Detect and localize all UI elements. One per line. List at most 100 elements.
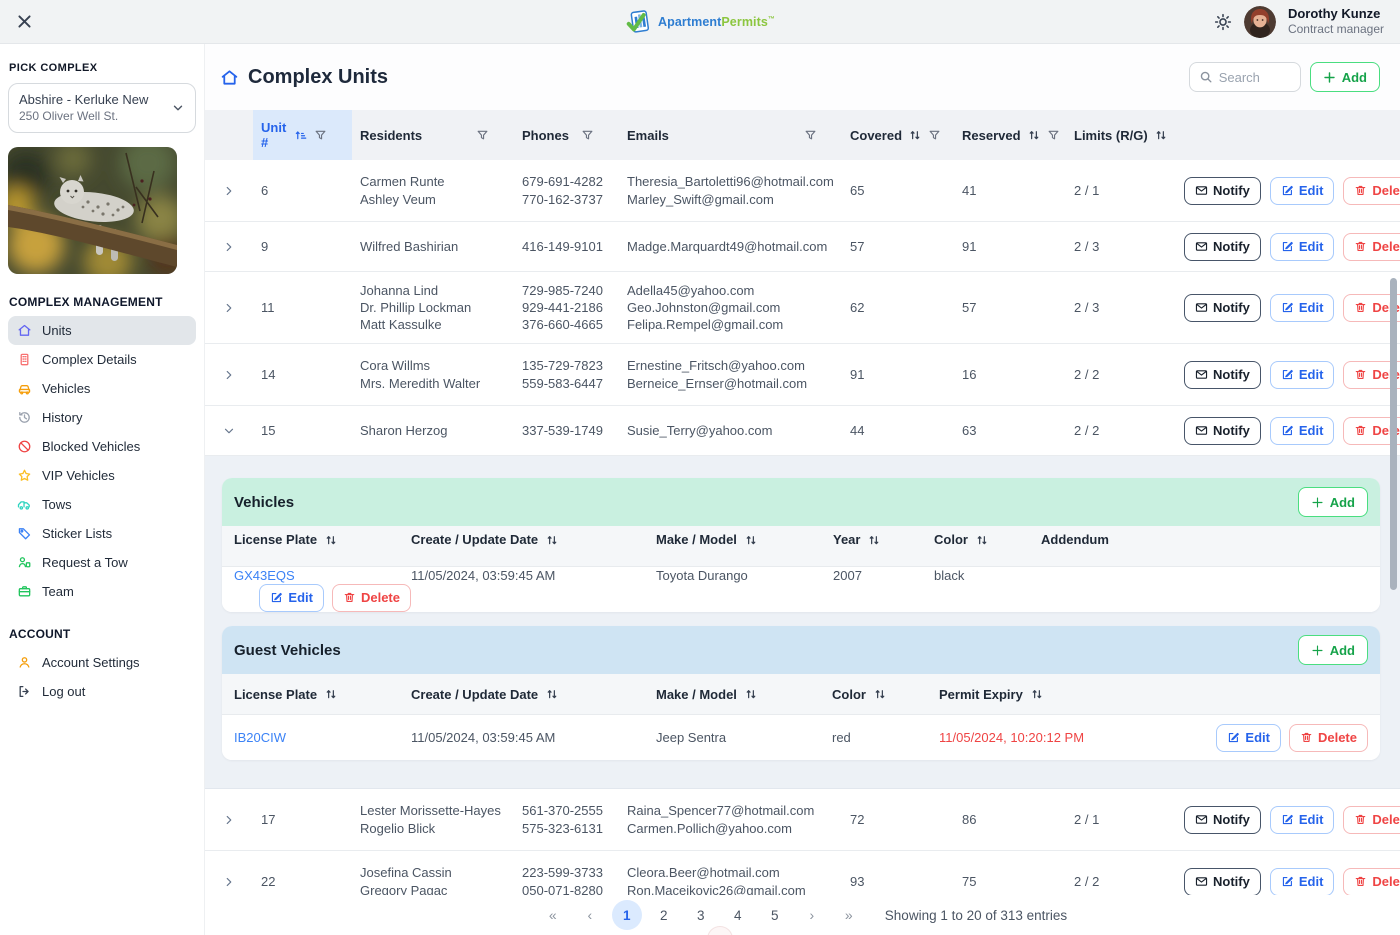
edit-button[interactable]: Edit xyxy=(1269,293,1335,322)
funnel-icon[interactable] xyxy=(804,129,817,142)
column-header-make-model[interactable]: Make / Model xyxy=(656,532,833,547)
add-guest-vehicles-button[interactable]: Add xyxy=(1297,635,1368,665)
page-button-2[interactable]: 2 xyxy=(649,900,679,930)
logo-text: ApartmentPermits™ xyxy=(657,14,776,29)
edit-button[interactable]: Edit xyxy=(259,583,324,612)
sidebar-item-log-out[interactable]: Log out xyxy=(8,677,196,706)
sidebar-item-vip-vehicles[interactable]: VIP Vehicles xyxy=(8,461,196,490)
page-button-3[interactable]: 3 xyxy=(686,900,716,930)
edit-button[interactable]: Edit xyxy=(1269,867,1335,896)
funnel-icon[interactable] xyxy=(928,129,941,142)
column-header-covered[interactable]: Covered xyxy=(842,110,954,160)
theme-toggle-sun-icon[interactable] xyxy=(1214,13,1232,31)
funnel-icon[interactable] xyxy=(314,129,327,142)
add-vehicles-button[interactable]: Add xyxy=(1297,487,1368,517)
edit-button[interactable]: Edit xyxy=(1269,416,1335,445)
column-header-year[interactable]: Year xyxy=(833,532,934,547)
sidebar-item-tows[interactable]: Tows xyxy=(8,490,196,519)
notify-button[interactable]: Notify xyxy=(1184,232,1261,261)
column-header-reserved[interactable]: Reserved xyxy=(954,110,1066,160)
license-plate-link[interactable]: GX43EQS xyxy=(234,568,295,583)
limits: 2 / 1 xyxy=(1074,811,1100,827)
reserved-count: 91 xyxy=(962,238,977,254)
funnel-icon[interactable] xyxy=(1047,129,1060,142)
first-page-button[interactable]: « xyxy=(538,900,568,930)
expand-row-button[interactable] xyxy=(213,871,236,893)
edit-button[interactable]: Edit xyxy=(1269,360,1335,389)
column-header-make-model[interactable]: Make / Model xyxy=(656,687,832,702)
notify-button[interactable]: Notify xyxy=(1184,360,1261,389)
complex-select[interactable]: Abshire - Kerluke New 250 Oliver Well St… xyxy=(8,83,196,134)
delete-button[interactable]: Delete xyxy=(1343,232,1400,261)
sidebar-item-sticker-lists[interactable]: Sticker Lists xyxy=(8,519,196,548)
unit-number: 9 xyxy=(261,238,269,254)
column-header-limits-r-g[interactable]: Limits (R/G) xyxy=(1066,110,1184,160)
search-input[interactable] xyxy=(1218,69,1289,85)
sort-both-icon[interactable] xyxy=(1154,128,1168,142)
delete-button[interactable]: Delete xyxy=(1343,805,1400,834)
expand-row-button[interactable] xyxy=(213,297,236,319)
sidebar-item-vehicles[interactable]: Vehicles xyxy=(8,374,196,403)
next-page-button[interactable]: › xyxy=(797,900,827,930)
add-unit-button[interactable]: Add xyxy=(1309,62,1380,92)
notify-button[interactable]: Notify xyxy=(1184,805,1261,834)
sort-both-icon[interactable] xyxy=(908,128,922,142)
expand-row-button[interactable] xyxy=(213,809,236,831)
sidebar-item-account-settings[interactable]: Account Settings xyxy=(8,648,196,677)
column-header-license-plate[interactable]: License Plate xyxy=(234,532,411,547)
sidebar-item-team[interactable]: Team xyxy=(8,577,196,606)
funnel-icon[interactable] xyxy=(581,129,594,142)
phones: 337-539-1749 xyxy=(522,422,603,438)
column-header-color[interactable]: Color xyxy=(934,532,1041,547)
close-icon[interactable] xyxy=(16,13,33,30)
user-icon xyxy=(17,655,32,670)
page-button-4[interactable]: 4 xyxy=(723,900,753,930)
collapse-row-button[interactable] xyxy=(213,420,236,442)
permit-expiry: 11/05/2024, 10:20:12 PM xyxy=(939,730,1085,745)
delete-button[interactable]: Delete xyxy=(331,583,411,612)
sidebar-item-request-a-tow[interactable]: Request a Tow xyxy=(8,548,196,577)
avatar[interactable] xyxy=(1243,5,1276,38)
sort-asc-icon[interactable] xyxy=(294,128,308,142)
sort-both-icon[interactable] xyxy=(1027,128,1041,142)
previous-page-button[interactable]: ‹ xyxy=(575,900,605,930)
column-header-emails[interactable]: Emails xyxy=(619,110,842,160)
sidebar-item-blocked-vehicles[interactable]: Blocked Vehicles xyxy=(8,432,196,461)
funnel-icon[interactable] xyxy=(476,129,489,142)
page-button-5[interactable]: 5 xyxy=(760,900,790,930)
edit-button[interactable]: Edit xyxy=(1269,232,1335,261)
delete-button[interactable]: Delete xyxy=(1288,723,1368,752)
page-button-1[interactable]: 1 xyxy=(611,900,642,930)
column-header-permit-expiry[interactable]: Permit Expiry xyxy=(939,687,1139,702)
expand-row-button[interactable] xyxy=(213,180,236,202)
notify-button[interactable]: Notify xyxy=(1184,176,1261,205)
limits: 2 / 3 xyxy=(1074,299,1100,315)
license-plate-link[interactable]: IB20CIW xyxy=(234,730,286,745)
edit-button[interactable]: Edit xyxy=(1216,723,1281,752)
column-header-addendum[interactable]: Addendum xyxy=(1041,532,1368,547)
notify-button[interactable]: Notify xyxy=(1184,293,1261,322)
notify-button[interactable]: Notify xyxy=(1184,416,1261,445)
sidebar-item-units[interactable]: Units xyxy=(8,316,196,346)
column-header-create-update-date[interactable]: Create / Update Date xyxy=(411,687,656,702)
notify-button[interactable]: Notify xyxy=(1184,867,1261,896)
reserved-count: 57 xyxy=(962,299,977,315)
vertical-scrollbar[interactable] xyxy=(1390,278,1397,590)
sidebar-item-history[interactable]: History xyxy=(8,403,196,432)
edit-button[interactable]: Edit xyxy=(1269,805,1335,834)
last-page-button[interactable]: » xyxy=(834,900,864,930)
column-header-phones[interactable]: Phones xyxy=(514,110,619,160)
guest-vehicles-card: Guest Vehicles Add License Plate Create / U… xyxy=(222,626,1380,760)
sidebar-item-complex-details[interactable]: Complex Details xyxy=(8,345,196,374)
column-header-residents[interactable]: Residents xyxy=(352,110,514,160)
column-header-color[interactable]: Color xyxy=(832,687,939,702)
row-actions: Notify Edit Delete xyxy=(1184,232,1400,261)
column-header-unit[interactable]: Unit # xyxy=(253,110,352,160)
expand-row-button[interactable] xyxy=(213,236,236,258)
edit-button[interactable]: Edit xyxy=(1269,176,1335,205)
delete-button[interactable]: Delete xyxy=(1343,176,1400,205)
delete-button[interactable]: Delete xyxy=(1343,867,1400,896)
column-header-create-update-date[interactable]: Create / Update Date xyxy=(411,532,656,547)
expand-row-button[interactable] xyxy=(213,364,236,386)
column-header-license-plate[interactable]: License Plate xyxy=(234,687,411,702)
